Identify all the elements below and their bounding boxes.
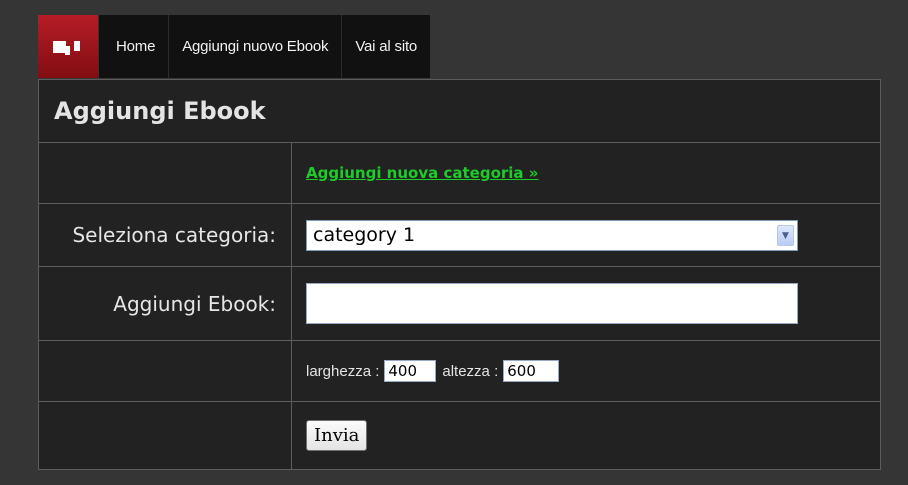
category-select-value: category 1 — [313, 223, 416, 246]
ebook-label: Aggiungi Ebook: — [39, 267, 292, 340]
empty-label-cell — [39, 143, 292, 203]
empty-label-cell — [39, 341, 292, 401]
chevron-down-icon[interactable]: ▼ — [777, 224, 794, 246]
top-navbar: Home Aggiungi nuovo Ebook Vai al sito — [38, 15, 431, 78]
category-select[interactable]: category 1 ▼ — [306, 219, 798, 251]
height-input[interactable]: 600 — [503, 360, 560, 382]
row-submit: Invia — [39, 402, 880, 469]
width-input[interactable]: 400 — [384, 360, 437, 382]
nav-item-home[interactable]: Home — [99, 15, 168, 78]
row-category: Seleziona categoria: category 1 ▼ — [39, 204, 880, 267]
page-title: Aggiungi Ebook — [39, 80, 880, 143]
row-ebook: Aggiungi Ebook: — [39, 267, 880, 341]
empty-label-cell — [39, 402, 292, 469]
ebook-input[interactable] — [306, 283, 798, 324]
nav-item-add-ebook[interactable]: Aggiungi nuovo Ebook — [168, 15, 341, 78]
submit-button[interactable]: Invia — [306, 420, 368, 451]
width-label: larghezza : — [306, 362, 380, 380]
app-logo-icon[interactable] — [38, 15, 99, 78]
add-ebook-panel: Aggiungi Ebook Aggiungi nuova categoria … — [38, 79, 881, 470]
row-add-category: Aggiungi nuova categoria » — [39, 143, 880, 204]
height-label: altezza : — [442, 362, 499, 380]
nav-item-visit-site[interactable]: Vai al sito — [341, 15, 430, 78]
category-label: Seleziona categoria: — [39, 204, 292, 266]
add-category-link[interactable]: Aggiungi nuova categoria » — [306, 164, 538, 182]
row-dimensions: larghezza : 400 altezza : 600 — [39, 341, 880, 402]
